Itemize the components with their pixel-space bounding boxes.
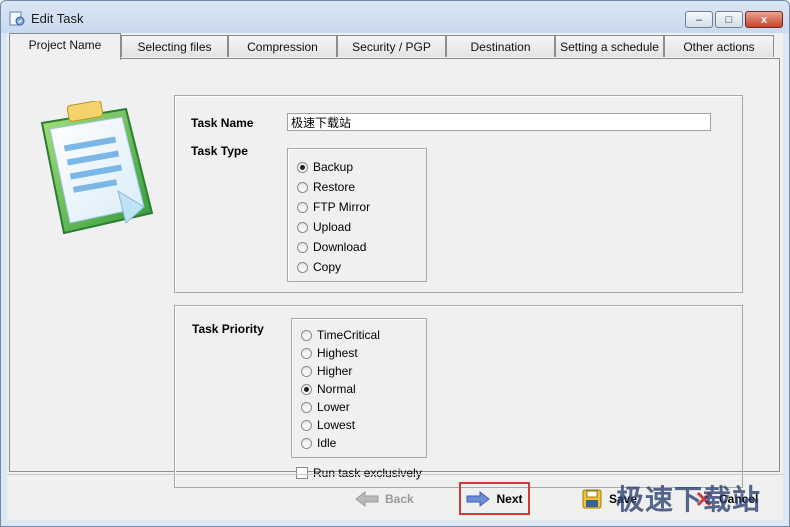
edit-task-window: Edit Task – □ x Project Name Selecting f…: [0, 0, 790, 527]
maximize-button[interactable]: □: [715, 11, 743, 28]
radio-button[interactable]: [301, 329, 312, 341]
priority-option-idle[interactable]: Idle: [301, 435, 336, 451]
task-app-icon: [9, 11, 25, 26]
radio-button[interactable]: [301, 365, 312, 377]
radio-button[interactable]: [301, 419, 312, 431]
title-bar[interactable]: Edit Task – □ x: [1, 1, 789, 33]
task-type-option-upload[interactable]: Upload: [297, 219, 351, 235]
arrow-right-icon: [466, 490, 491, 507]
task-type-option-ftp-mirror[interactable]: FTP Mirror: [297, 199, 370, 215]
task-type-option-backup[interactable]: Backup: [297, 159, 353, 175]
task-type-option-restore[interactable]: Restore: [297, 179, 355, 195]
back-button-label: Back: [385, 491, 414, 506]
tab-selecting-files[interactable]: Selecting files: [121, 35, 228, 57]
priority-option-timecritical[interactable]: TimeCritical: [301, 327, 380, 343]
arrow-left-icon: [355, 490, 379, 507]
task-priority-label: Task Priority: [192, 322, 264, 336]
minimize-button[interactable]: –: [685, 11, 713, 28]
task-settings-group: Task Name Task Type Backup Restore FTP M…: [174, 95, 743, 293]
priority-option-lower[interactable]: Lower: [301, 399, 350, 415]
task-name-input[interactable]: [287, 113, 711, 131]
radio-button[interactable]: [301, 347, 312, 359]
radio-button[interactable]: [297, 261, 308, 273]
radio-button[interactable]: [301, 437, 312, 449]
radio-button[interactable]: [297, 241, 308, 253]
tab-other-actions[interactable]: Other actions: [664, 35, 774, 57]
back-button[interactable]: Back: [355, 482, 414, 515]
task-type-option-copy[interactable]: Copy: [297, 259, 341, 275]
window-title: Edit Task: [31, 11, 84, 26]
priority-option-lowest[interactable]: Lowest: [301, 417, 355, 433]
task-priority-radio-group: TimeCritical Highest Higher Normal Lower…: [291, 318, 427, 458]
radio-button[interactable]: [301, 401, 312, 413]
radio-button-selected[interactable]: [297, 161, 308, 173]
clipboard-illustration-icon: [40, 101, 154, 235]
next-button-label: Next: [496, 491, 523, 506]
save-disk-icon: [582, 489, 602, 508]
radio-button[interactable]: [297, 221, 308, 233]
tab-project-name[interactable]: Project Name: [9, 33, 121, 60]
tab-compression[interactable]: Compression: [228, 35, 337, 57]
tab-security-pgp[interactable]: Security / PGP: [337, 35, 446, 57]
task-type-option-download[interactable]: Download: [297, 239, 366, 255]
task-type-radio-group: Backup Restore FTP Mirror Upload Downloa…: [287, 148, 427, 282]
dialog-client-area: Project Name Selecting files Compression…: [7, 33, 783, 520]
priority-option-normal[interactable]: Normal: [301, 381, 356, 397]
task-name-label: Task Name: [191, 116, 254, 130]
tab-destination[interactable]: Destination: [446, 35, 555, 57]
project-name-panel: Task Name Task Type Backup Restore FTP M…: [9, 58, 780, 488]
priority-option-highest[interactable]: Highest: [301, 345, 358, 361]
priority-option-higher[interactable]: Higher: [301, 363, 352, 379]
radio-button-selected[interactable]: [301, 383, 312, 395]
close-button[interactable]: x: [745, 11, 783, 28]
task-priority-group: Task Priority TimeCritical Highest Highe…: [174, 305, 743, 488]
tab-strip: Project Name Selecting files Compression…: [7, 33, 783, 60]
tab-setting-a-schedule[interactable]: Setting a schedule: [555, 35, 664, 57]
next-button[interactable]: Next: [459, 482, 530, 515]
radio-button[interactable]: [297, 201, 308, 213]
watermark-text: 极速下载站: [616, 483, 762, 516]
task-type-label: Task Type: [191, 144, 248, 158]
radio-button[interactable]: [297, 181, 308, 193]
